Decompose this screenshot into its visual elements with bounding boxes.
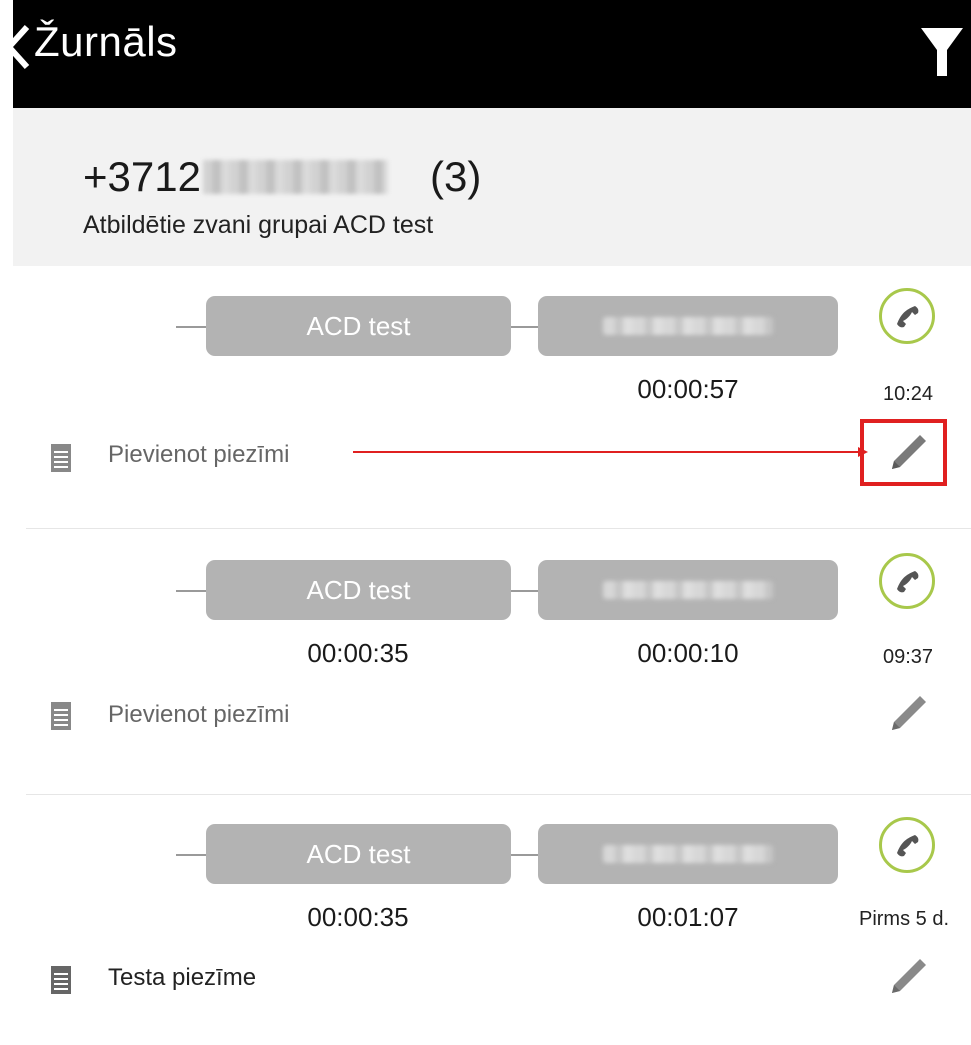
connector-line (511, 854, 538, 856)
group-subtitle: Atbildētie zvani grupai ACD test (83, 211, 434, 239)
chevron-left-icon[interactable] (13, 23, 31, 71)
page-title: Žurnāls (34, 18, 178, 65)
app-bar: Žurnāls (13, 0, 971, 108)
phone-number: +3712 (3) (83, 153, 481, 201)
call-count: (3) (429, 153, 482, 200)
agent-pill (538, 560, 838, 620)
agent-duration: 00:01:07 (637, 902, 739, 932)
redacted-agent-name (603, 317, 773, 335)
redacted-agent-name (603, 845, 773, 863)
redacted-digits (202, 160, 388, 194)
edit-pencil-icon[interactable] (886, 692, 930, 736)
call-time: 10:24 (882, 383, 934, 405)
connector-line (511, 590, 538, 592)
edit-pencil-icon[interactable] (886, 955, 930, 999)
call-button[interactable] (879, 553, 935, 609)
phone-icon (897, 306, 919, 328)
group-pill: ACD test (206, 824, 511, 884)
phone-prefix: +3712 (83, 153, 201, 200)
connector-line (511, 326, 538, 328)
agent-duration: 00:00:10 (637, 638, 739, 668)
call-entry: ACD test 00:00:57 10:24 Pievienot piezīm… (13, 266, 971, 529)
redacted-agent-name (603, 581, 773, 599)
connector-line (176, 326, 206, 328)
annotation-arrow (353, 447, 868, 457)
group-pill: ACD test (206, 560, 511, 620)
filter-funnel-icon[interactable] (921, 28, 963, 76)
group-duration: 00:00:35 (307, 902, 409, 932)
note-text[interactable]: Pievienot piezīmi (108, 441, 289, 469)
agent-pill (538, 824, 838, 884)
connector-line (176, 590, 206, 592)
note-document-icon (51, 444, 71, 472)
edit-pencil-icon[interactable] (886, 431, 930, 475)
call-entry: ACD test 00:00:35 00:01:07 Pirms 5 d. Te… (13, 795, 971, 1045)
agent-pill (538, 296, 838, 356)
note-text[interactable]: Pievienot piezīmi (108, 701, 289, 729)
call-time: 09:37 (882, 646, 934, 668)
call-time: Pirms 5 d. (858, 908, 950, 930)
group-pill: ACD test (206, 296, 511, 356)
note-document-icon (51, 966, 71, 994)
connector-line (176, 854, 206, 856)
call-button[interactable] (879, 288, 935, 344)
contact-header: +3712 (3) Atbildētie zvani grupai ACD tes… (13, 108, 971, 266)
note-text[interactable]: Testa piezīme (108, 964, 256, 992)
phone-icon (897, 835, 919, 857)
group-duration: 00:00:35 (307, 638, 409, 668)
note-document-icon (51, 702, 71, 730)
agent-duration: 00:00:57 (637, 374, 739, 404)
call-button[interactable] (879, 817, 935, 873)
phone-icon (897, 571, 919, 593)
call-entry: ACD test 00:00:35 00:00:10 09:37 Pievien… (13, 531, 971, 795)
